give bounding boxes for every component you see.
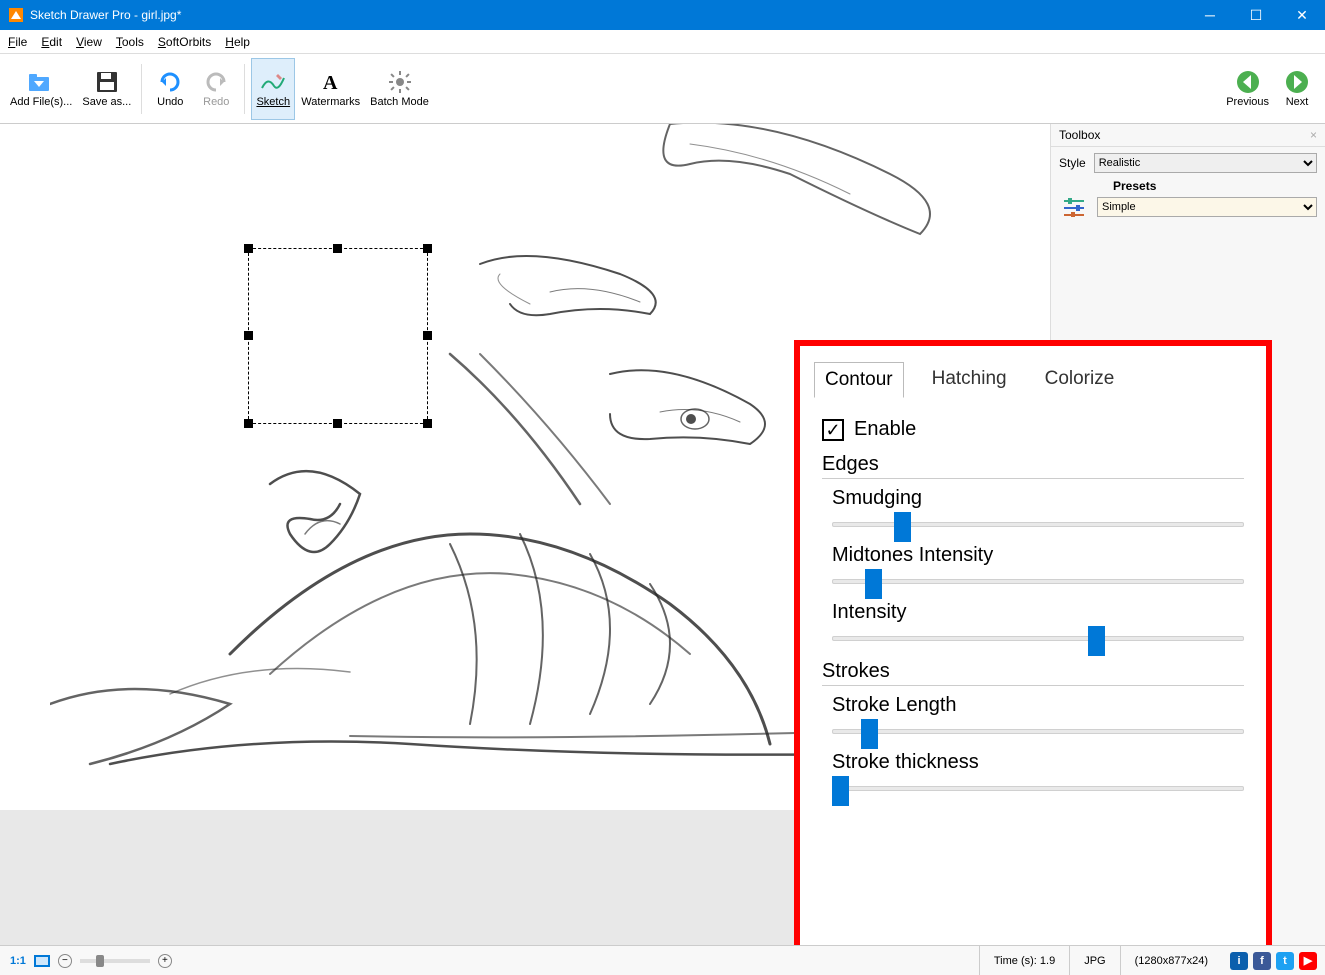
fit-to-screen-icon[interactable]: [34, 955, 50, 967]
sketch-button[interactable]: Sketch: [251, 58, 295, 120]
resize-handle-se[interactable]: [423, 419, 432, 428]
redo-icon: [202, 68, 230, 96]
resize-handle-sw[interactable]: [244, 419, 253, 428]
next-icon: [1283, 68, 1311, 96]
tab-colorize[interactable]: Colorize: [1035, 362, 1125, 398]
edges-group-title: Edges: [822, 453, 1244, 476]
presets-config-icon[interactable]: [1059, 195, 1089, 219]
next-button[interactable]: Next: [1275, 58, 1319, 120]
previous-icon: [1234, 68, 1262, 96]
stroke-thickness-label: Stroke thickness: [832, 751, 1244, 774]
workspace: Toolbox × Style Realistic Presets Simple…: [0, 124, 1325, 945]
toolbox-close-icon[interactable]: ×: [1310, 128, 1317, 142]
save-icon: [93, 68, 121, 96]
smudging-label: Smudging: [832, 487, 1244, 510]
redo-button[interactable]: Redo: [194, 58, 238, 120]
resize-handle-w[interactable]: [244, 331, 253, 340]
menu-softorbits[interactable]: SoftOrbits: [158, 35, 211, 49]
minimize-button[interactable]: ─: [1187, 0, 1233, 30]
resize-handle-ne[interactable]: [423, 244, 432, 253]
redo-label: Redo: [203, 96, 229, 109]
smudging-slider[interactable]: [832, 512, 1244, 536]
social-youtube-icon[interactable]: ▶: [1299, 952, 1317, 970]
strokes-group-title: Strokes: [822, 660, 1244, 683]
app-icon: [8, 7, 24, 23]
previous-button[interactable]: Previous: [1222, 58, 1273, 120]
resize-handle-e[interactable]: [423, 331, 432, 340]
social-facebook-icon[interactable]: f: [1253, 952, 1271, 970]
status-time: Time (s): 1.9: [979, 946, 1069, 975]
resize-handle-s[interactable]: [333, 419, 342, 428]
stroke-length-slider[interactable]: [832, 719, 1244, 743]
stroke-length-label: Stroke Length: [832, 694, 1244, 717]
tab-contour[interactable]: Contour: [814, 362, 904, 398]
zoom-slider[interactable]: [80, 959, 150, 963]
midtones-intensity-slider[interactable]: [832, 569, 1244, 593]
intensity-slider[interactable]: [832, 626, 1244, 650]
gear-icon: [386, 68, 414, 96]
contour-settings-panel: Contour Hatching Colorize ✓ Enable Edges…: [794, 340, 1272, 945]
watermarks-label: Watermarks: [301, 96, 360, 109]
menu-tools[interactable]: Tools: [116, 35, 144, 49]
maximize-button[interactable]: ☐: [1233, 0, 1279, 30]
toolbar: Add File(s)... Save as... Undo Redo Sket…: [0, 54, 1325, 124]
sketch-label: Sketch: [256, 96, 290, 109]
enable-checkbox[interactable]: ✓: [822, 419, 844, 441]
toolbox-title: Toolbox: [1059, 128, 1100, 142]
style-label: Style: [1059, 156, 1086, 170]
social-twitter-icon[interactable]: t: [1276, 952, 1294, 970]
add-files-label: Add File(s)...: [10, 96, 72, 109]
menu-edit[interactable]: Edit: [41, 35, 62, 49]
status-format: JPG: [1069, 946, 1119, 975]
undo-label: Undo: [157, 96, 183, 109]
intensity-label: Intensity: [832, 601, 1244, 624]
save-as-button[interactable]: Save as...: [78, 58, 135, 120]
zoom-ratio[interactable]: 1:1: [10, 955, 26, 967]
menu-view[interactable]: View: [76, 35, 102, 49]
zoom-out-button[interactable]: −: [58, 954, 72, 968]
menu-bar: File Edit View Tools SoftOrbits Help: [0, 30, 1325, 54]
enable-label: Enable: [854, 418, 916, 441]
next-label: Next: [1286, 96, 1309, 109]
title-bar: Sketch Drawer Pro - girl.jpg* ─ ☐ ✕: [0, 0, 1325, 30]
previous-label: Previous: [1226, 96, 1269, 109]
undo-icon: [156, 68, 184, 96]
add-files-button[interactable]: Add File(s)...: [6, 58, 76, 120]
stroke-thickness-slider[interactable]: [832, 776, 1244, 800]
preset-select[interactable]: Simple: [1097, 197, 1317, 217]
zoom-in-button[interactable]: +: [158, 954, 172, 968]
tab-hatching[interactable]: Hatching: [922, 362, 1017, 398]
batch-mode-button[interactable]: Batch Mode: [366, 58, 433, 120]
resize-handle-n[interactable]: [333, 244, 342, 253]
sketch-icon: [259, 68, 287, 96]
close-button[interactable]: ✕: [1279, 0, 1325, 30]
add-files-icon: [27, 68, 55, 96]
watermarks-icon: A: [317, 68, 345, 96]
menu-help[interactable]: Help: [225, 35, 250, 49]
midtones-intensity-label: Midtones Intensity: [832, 544, 1244, 567]
status-bar: 1:1 − + Time (s): 1.9 JPG (1280x877x24) …: [0, 945, 1325, 975]
presets-label: Presets: [1113, 179, 1317, 193]
batch-mode-label: Batch Mode: [370, 96, 429, 109]
resize-handle-nw[interactable]: [244, 244, 253, 253]
svg-text:A: A: [323, 72, 338, 93]
save-as-label: Save as...: [82, 96, 131, 109]
style-select[interactable]: Realistic: [1094, 153, 1317, 173]
social-info-icon[interactable]: i: [1230, 952, 1248, 970]
window-title: Sketch Drawer Pro - girl.jpg*: [30, 8, 1187, 22]
watermarks-button[interactable]: A Watermarks: [297, 58, 364, 120]
status-dimensions: (1280x877x24): [1120, 946, 1222, 975]
selection-rectangle[interactable]: [248, 248, 428, 424]
undo-button[interactable]: Undo: [148, 58, 192, 120]
panel-tabs: Contour Hatching Colorize: [800, 346, 1266, 406]
menu-file[interactable]: File: [8, 35, 27, 49]
